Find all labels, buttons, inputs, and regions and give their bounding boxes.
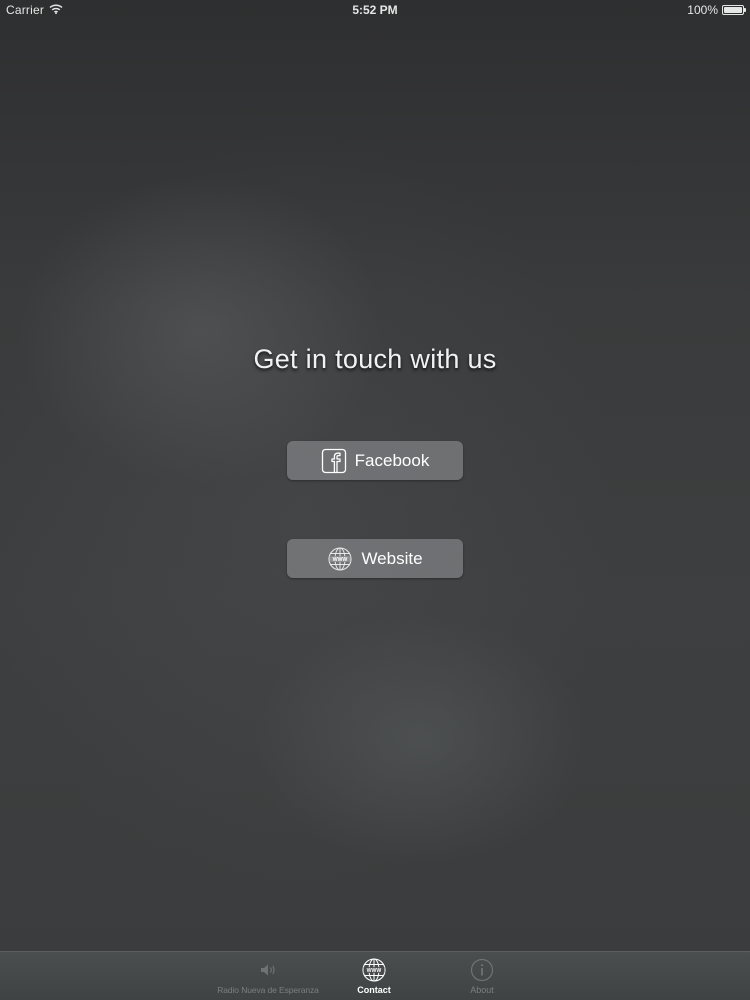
tab-about[interactable]: About <box>427 952 537 1000</box>
tab-bar: Radio Nueva de Esperanza WWW Contact Abo… <box>0 951 750 1000</box>
tab-radio-label: Radio Nueva de Esperanza <box>217 985 319 995</box>
website-button-label: Website <box>361 548 423 568</box>
page-title: Get in touch with us <box>253 344 497 374</box>
status-bar: Carrier 5:52 PM 100% <box>0 0 750 20</box>
svg-text:WWW: WWW <box>367 968 382 974</box>
speaker-icon <box>258 958 278 982</box>
contact-screen: Carrier 5:52 PM 100% Get in touch with u… <box>0 0 750 1000</box>
tab-radio[interactable]: Radio Nueva de Esperanza <box>213 952 323 1000</box>
tab-contact[interactable]: WWW Contact <box>319 952 429 1000</box>
website-button[interactable]: WWW Website <box>287 539 463 578</box>
globe-www-icon: WWW <box>327 546 353 572</box>
status-time: 5:52 PM <box>352 3 398 17</box>
battery-percent: 100% <box>687 3 718 17</box>
facebook-icon <box>321 448 347 474</box>
tab-contact-label: Contact <box>357 985 391 995</box>
status-right: 100% <box>687 3 746 17</box>
globe-www-icon: WWW <box>361 958 387 982</box>
facebook-button[interactable]: Facebook <box>287 441 463 480</box>
svg-text:WWW: WWW <box>333 557 348 563</box>
tab-about-label: About <box>470 985 494 995</box>
info-icon <box>470 958 494 982</box>
battery-icon <box>722 5 746 15</box>
facebook-button-label: Facebook <box>354 450 430 470</box>
